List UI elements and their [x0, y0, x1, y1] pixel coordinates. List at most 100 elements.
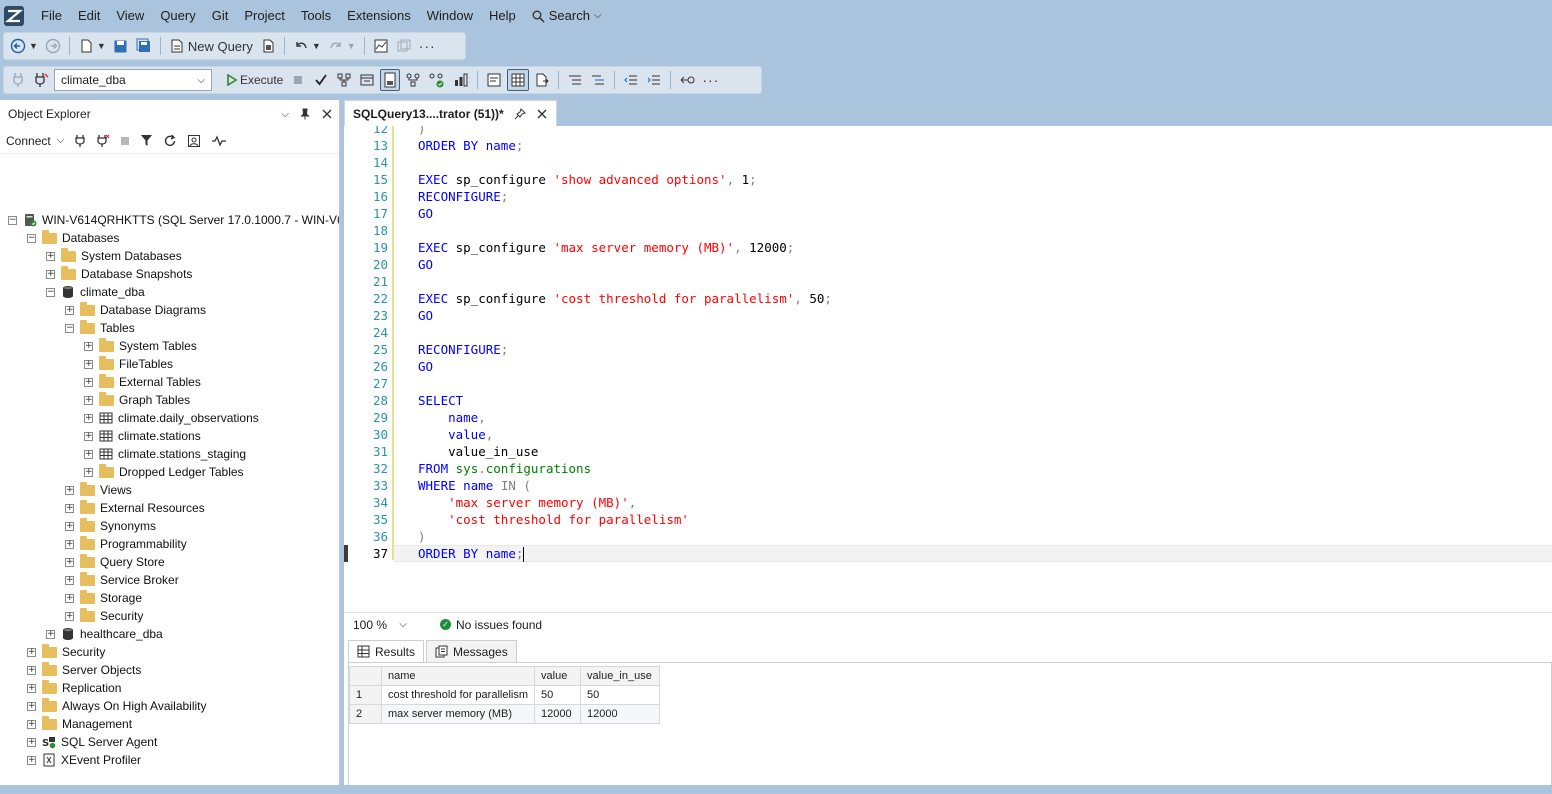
tree-node[interactable]: + XEvent Profiler: [27, 751, 141, 769]
expand-icon[interactable]: +: [84, 377, 93, 387]
expand-icon[interactable]: +: [65, 305, 74, 315]
tree-node[interactable]: − WIN-V614QRHKTTS (SQL Server 17.0.1000.7…: [8, 211, 339, 229]
collapse-icon[interactable]: −: [46, 287, 55, 297]
code-line[interactable]: ): [418, 126, 426, 137]
save-button[interactable]: [111, 35, 131, 57]
decrease-indent-button[interactable]: [621, 69, 641, 91]
expand-icon[interactable]: +: [84, 395, 93, 405]
tree-node[interactable]: + System Databases: [46, 247, 182, 265]
tree-node[interactable]: + Programmability: [65, 535, 187, 553]
expand-icon[interactable]: +: [27, 683, 36, 693]
code-line[interactable]: ORDER BY name;: [418, 137, 523, 154]
connect-plug-icon[interactable]: [74, 134, 86, 148]
increase-indent-button[interactable]: [644, 69, 664, 91]
expand-icon[interactable]: +: [27, 665, 36, 675]
collapse-icon[interactable]: −: [27, 233, 36, 243]
tree-node[interactable]: − climate_dba: [46, 283, 145, 301]
tree-node[interactable]: + Query Store: [65, 553, 165, 571]
expand-icon[interactable]: +: [84, 431, 93, 441]
code-line[interactable]: 'max server memory (MB)',: [418, 494, 636, 511]
tree-node[interactable]: + FileTables: [84, 355, 173, 373]
results-to-grid-button[interactable]: [507, 69, 530, 91]
tree-node[interactable]: + Dropped Ledger Tables: [84, 463, 244, 481]
code-line[interactable]: GO: [418, 358, 433, 375]
expand-icon[interactable]: +: [65, 575, 74, 585]
tree-node[interactable]: + healthcare_dba: [46, 625, 163, 643]
query-options-button[interactable]: [357, 69, 377, 91]
expand-icon[interactable]: +: [46, 251, 55, 261]
code-line[interactable]: SELECT: [418, 392, 463, 409]
refresh-icon[interactable]: [163, 134, 177, 148]
tree-node[interactable]: + Database Snapshots: [46, 265, 192, 283]
expand-icon[interactable]: +: [65, 611, 74, 621]
back-button[interactable]: ▼: [8, 35, 40, 57]
row-number[interactable]: 2: [349, 704, 382, 724]
stop-icon[interactable]: [120, 136, 130, 146]
filter-icon[interactable]: [140, 134, 153, 147]
execute-button[interactable]: Execute: [225, 69, 285, 91]
activity-monitor-button[interactable]: [371, 35, 391, 57]
tree-node[interactable]: + System Tables: [84, 337, 197, 355]
pin-icon[interactable]: [514, 107, 526, 120]
specify-template-values-button[interactable]: [677, 69, 697, 91]
code-line[interactable]: GO: [418, 205, 433, 222]
code-line[interactable]: EXEC sp_configure 'show advanced options…: [418, 171, 757, 188]
code-line[interactable]: value_in_use: [418, 443, 538, 460]
expand-icon[interactable]: +: [27, 647, 36, 657]
cell-name[interactable]: max server memory (MB): [380, 704, 536, 724]
results-grid[interactable]: name value value_in_use 1 cost threshold…: [349, 666, 661, 724]
tree-node[interactable]: + Replication: [27, 679, 121, 697]
code-line[interactable]: ): [418, 528, 426, 545]
tree-node[interactable]: + Management: [27, 715, 132, 733]
tree-node[interactable]: + External Resources: [65, 499, 205, 517]
summary-icon[interactable]: [187, 134, 201, 148]
tree-node[interactable]: + Server Objects: [27, 661, 141, 679]
tree-node[interactable]: + climate.stations_staging: [84, 445, 246, 463]
tree-node[interactable]: + Service Broker: [65, 571, 179, 589]
menu-extensions[interactable]: Extensions: [339, 4, 419, 28]
redo-button[interactable]: ▼: [326, 35, 358, 57]
code-line[interactable]: value,: [418, 426, 493, 443]
expand-icon[interactable]: +: [27, 701, 36, 711]
menu-project[interactable]: Project: [236, 4, 292, 28]
code-line[interactable]: ORDER BY name;: [418, 545, 525, 562]
code-line[interactable]: EXEC sp_configure 'max server memory (MB…: [418, 239, 794, 256]
expand-icon[interactable]: +: [65, 539, 74, 549]
tree-node[interactable]: + External Tables: [84, 373, 201, 391]
tree-node[interactable]: + Always On High Availability: [27, 697, 207, 715]
column-header-name[interactable]: name: [380, 666, 536, 686]
display-estimated-plan-button[interactable]: [334, 69, 354, 91]
code-line[interactable]: GO: [418, 256, 433, 273]
uncomment-lines-button[interactable]: [588, 69, 608, 91]
menu-help[interactable]: Help: [481, 4, 524, 28]
cell-value-in-use[interactable]: 50: [580, 685, 661, 705]
expand-icon[interactable]: +: [65, 485, 74, 495]
forward-button[interactable]: [43, 35, 63, 57]
window-layout-button[interactable]: [394, 35, 414, 57]
tree-node[interactable]: − Databases: [27, 229, 119, 247]
row-number-header[interactable]: [349, 666, 382, 686]
connect-button[interactable]: [8, 69, 28, 91]
tree-node[interactable]: + Database Diagrams: [65, 301, 206, 319]
cell-value-in-use[interactable]: 12000: [580, 704, 661, 724]
menu-window[interactable]: Window: [419, 4, 481, 28]
expand-icon[interactable]: +: [65, 557, 74, 567]
menu-query[interactable]: Query: [152, 4, 203, 28]
code-line[interactable]: GO: [418, 307, 433, 324]
tree-node[interactable]: + Synonyms: [65, 517, 156, 535]
live-query-statistics-button[interactable]: [426, 69, 448, 91]
parse-button[interactable]: [311, 69, 331, 91]
menu-view[interactable]: View: [108, 4, 152, 28]
database-selector[interactable]: climate_dba ⌵: [54, 69, 212, 91]
include-actual-plan-button[interactable]: [403, 69, 423, 91]
tree-node[interactable]: + Graph Tables: [84, 391, 190, 409]
tree-node[interactable]: + Views: [65, 481, 132, 499]
cancel-query-button[interactable]: [288, 69, 308, 91]
code-line[interactable]: EXEC sp_configure 'cost threshold for pa…: [418, 290, 832, 307]
code-line[interactable]: 'cost threshold for parallelism': [418, 511, 689, 528]
menu-search[interactable]: Search ⌵: [524, 4, 610, 28]
close-tab-icon[interactable]: [536, 108, 548, 120]
expand-icon[interactable]: +: [65, 593, 74, 603]
expand-icon[interactable]: +: [46, 269, 55, 279]
code-line[interactable]: name,: [418, 409, 486, 426]
